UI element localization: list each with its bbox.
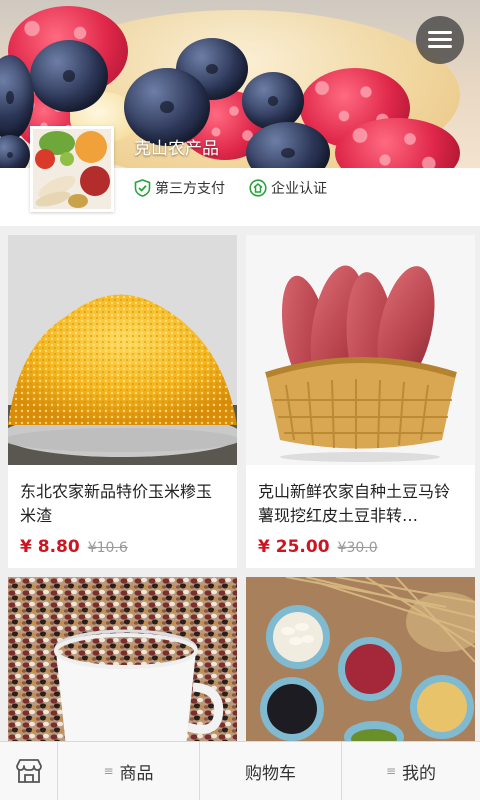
store-page: 克山农产品 第三方支付 企业认证 东北农家新品特价玉米糁玉米渣 ¥ 8.80 ¥… bbox=[0, 0, 480, 800]
shield-check-icon bbox=[134, 179, 151, 197]
menu-button[interactable] bbox=[416, 16, 464, 64]
list-icon: ≡ bbox=[385, 764, 397, 778]
nav-products-tab[interactable]: ≡ 商品 bbox=[57, 742, 199, 800]
hamburger-menu-icon bbox=[428, 45, 452, 48]
enterprise-cert-label: 企业认证 bbox=[271, 181, 327, 197]
store-name: 克山农产品 bbox=[134, 139, 219, 159]
product-price: ¥ 8.80 bbox=[20, 537, 80, 557]
price-row: ¥ 25.00 ¥30.0 bbox=[258, 537, 378, 557]
banner-blueberry bbox=[30, 40, 108, 112]
product-image bbox=[8, 577, 237, 747]
list-icon: ≡ bbox=[103, 764, 114, 778]
nav-cart-label: 购物车 bbox=[245, 763, 296, 784]
product-image bbox=[8, 235, 237, 465]
banner-blueberry bbox=[242, 72, 304, 130]
nav-products-label: 商品 bbox=[119, 763, 154, 784]
nav-shop-button[interactable] bbox=[0, 742, 57, 800]
hamburger-menu-icon bbox=[428, 31, 452, 34]
product-title: 克山新鲜农家自种土豆马铃薯现挖红皮土豆非转… bbox=[258, 482, 451, 525]
product-original-price: ¥10.6 bbox=[87, 540, 128, 556]
nav-cart-tab[interactable]: 购物车 bbox=[199, 742, 341, 800]
product-image bbox=[246, 235, 475, 465]
product-title: 东北农家新品特价玉米糁玉米渣 bbox=[20, 482, 213, 525]
product-image bbox=[246, 577, 475, 747]
product-card[interactable]: 东北农家新品特价玉米糁玉米渣 ¥ 8.80 ¥10.6 bbox=[8, 235, 237, 568]
hamburger-menu-icon bbox=[428, 38, 452, 41]
product-card[interactable] bbox=[8, 577, 237, 747]
enterprise-cert-icon bbox=[249, 179, 267, 197]
price-row: ¥ 8.80 ¥10.6 bbox=[20, 537, 128, 557]
bottom-nav: ≡ 商品 购物车 ≡ 我的 bbox=[0, 741, 480, 800]
storefront-icon bbox=[15, 759, 42, 783]
product-price: ¥ 25.00 bbox=[258, 537, 330, 557]
store-logo[interactable] bbox=[30, 126, 114, 212]
product-original-price: ¥30.0 bbox=[337, 540, 378, 556]
nav-mine-tab[interactable]: ≡ 我的 bbox=[341, 742, 480, 800]
third-party-payment-label: 第三方支付 bbox=[155, 181, 225, 197]
third-party-payment-badge: 第三方支付 bbox=[134, 178, 225, 198]
product-card[interactable]: 克山新鲜农家自种土豆马铃薯现挖红皮土豆非转… ¥ 25.00 ¥30.0 bbox=[246, 235, 475, 568]
nav-mine-label: 我的 bbox=[402, 763, 437, 784]
produce-logo-image bbox=[33, 129, 111, 209]
enterprise-cert-badge: 企业认证 bbox=[249, 178, 327, 198]
product-card[interactable] bbox=[246, 577, 475, 747]
